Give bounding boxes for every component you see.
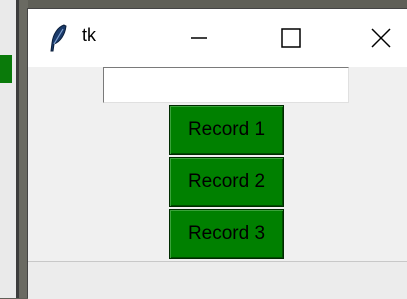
record-3-button[interactable]: Record 3 (169, 209, 284, 259)
minimize-icon (191, 37, 207, 39)
record-1-button[interactable]: Record 1 (169, 105, 284, 155)
text-entry[interactable] (103, 67, 349, 103)
title-bar[interactable]: tk (28, 9, 407, 67)
window-client-area: Record 1 Record 2 Record 3 (28, 67, 407, 299)
maximize-button[interactable] (268, 9, 314, 67)
tk-feather-icon (50, 24, 67, 52)
window-title: tk (82, 25, 97, 45)
minimize-button[interactable] (176, 9, 222, 67)
maximize-icon (281, 28, 301, 48)
tk-window: tk Record 1 Record 2 Record 3 (27, 8, 407, 299)
background-window-edge (0, 0, 19, 298)
bottom-panel (28, 261, 407, 299)
close-button[interactable] (358, 9, 404, 67)
background-green-strip (0, 55, 12, 83)
record-2-button[interactable]: Record 2 (169, 157, 284, 207)
close-icon (371, 28, 391, 48)
